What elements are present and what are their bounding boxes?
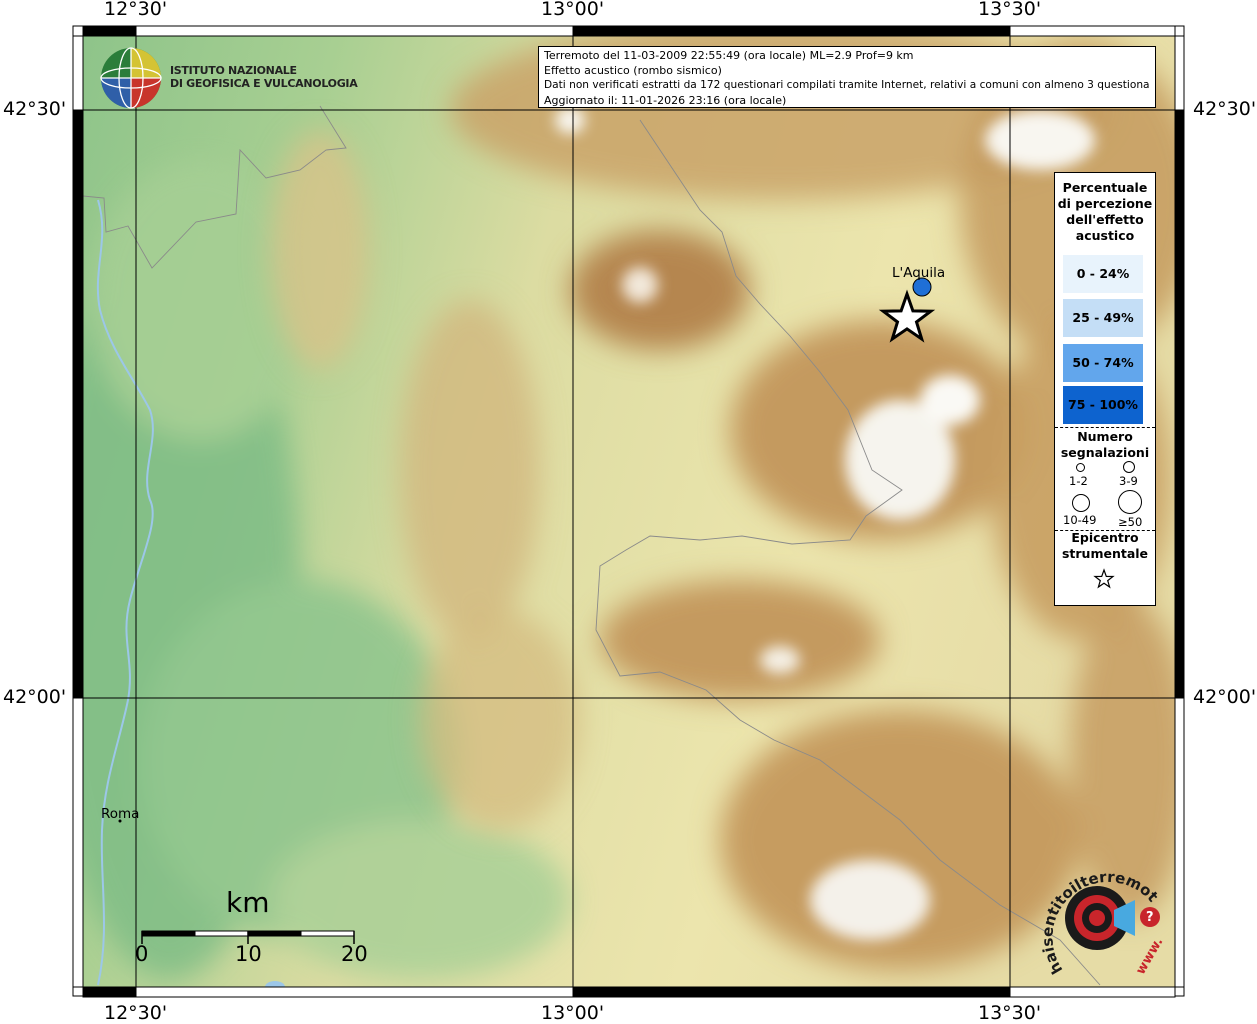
terrain <box>83 36 1175 987</box>
scale-label-20: 20 <box>341 942 368 966</box>
scale-title: km <box>226 886 270 919</box>
event-info-line3: Dati non verificati estratti da 172 ques… <box>544 79 1150 91</box>
scale-label-10: 10 <box>235 942 262 966</box>
hsit-logo-text: haisentitoilterremoto.it www. ? <box>1035 855 1166 977</box>
legend-separator <box>1055 427 1155 428</box>
legend-class-50-74: 50 - 74% <box>1063 344 1143 382</box>
legend-class-25-49: 25 - 49% <box>1063 299 1143 337</box>
ingv-logo-icon <box>100 47 162 109</box>
legend-circle-10-49 <box>1072 494 1090 512</box>
legend-count-title-line1: Numero <box>1077 429 1133 444</box>
lon-label-bottom-1330: 13°30' <box>978 1002 1042 1024</box>
lat-label-left-4230: 42°30' <box>3 98 67 120</box>
event-info-line2: Effetto acustico (rombo sismico) <box>544 64 722 77</box>
lon-label-top-1300: 13°00' <box>541 0 605 20</box>
legend-count-3-9: 3-9 <box>1119 474 1138 488</box>
legend-star-icon <box>1093 568 1115 589</box>
ingv-name: ISTITUTO NAZIONALE DI GEOFISICA E VULCAN… <box>170 64 358 90</box>
event-info-line1: Terremoto del 11-03-2009 22:55:49 (ora l… <box>544 49 914 62</box>
lon-label-top-1330: 13°30' <box>978 0 1042 20</box>
place-label-laquila: L'Aquila <box>892 265 946 281</box>
legend-count-1-2: 1-2 <box>1069 474 1088 488</box>
legend-panel: Percentuale di percezione dell'effetto a… <box>1054 172 1156 606</box>
legend-epicenter-title-line1: Epicentro <box>1071 530 1139 545</box>
event-info-line4: Aggiornato il: 11-01-2026 23:16 (ora loc… <box>544 94 787 107</box>
legend-epicenter-title-line2: strumentale <box>1061 546 1149 561</box>
legend-title-line4: acustico <box>1075 228 1135 243</box>
legend-title-line1: Percentuale <box>1062 180 1148 195</box>
legend-class-0-24: 0 - 24% <box>1063 255 1143 293</box>
lon-label-bottom-1230: 12°30' <box>104 1002 168 1024</box>
legend-count-title-line2: segnalazioni <box>1060 445 1150 460</box>
legend-circle-1-2 <box>1076 463 1085 472</box>
legend-title-line2: di percezione <box>1057 196 1153 211</box>
legend-circle-3-9 <box>1123 461 1135 473</box>
ingv-name-line1: ISTITUTO NAZIONALE <box>170 64 297 77</box>
ingv-name-line2: DI GEOFISICA E VULCANOLOGIA <box>170 77 358 90</box>
lat-label-right-4230: 42°30' <box>1193 98 1257 120</box>
legend-class-75-100: 75 - 100% <box>1063 386 1143 424</box>
lat-label-right-4200: 42°00' <box>1193 686 1257 708</box>
legend-count-50: ≥50 <box>1118 515 1143 529</box>
lon-label-top-1230: 12°30' <box>104 0 168 20</box>
hsit-question: ? <box>1146 910 1154 925</box>
place-label-roma: Roma <box>101 806 140 822</box>
lat-label-left-4200: 42°00' <box>3 686 67 708</box>
hsit-www: www. <box>1133 935 1166 977</box>
legend-count-10-49: 10-49 <box>1063 513 1097 527</box>
legend-title-line3: dell'effetto <box>1066 212 1144 227</box>
legend-circle-50 <box>1118 490 1142 514</box>
scale-label-0: 0 <box>135 942 149 966</box>
event-info-box: Terremoto del 11-03-2009 22:55:49 (ora l… <box>538 46 1156 108</box>
lon-label-bottom-1300: 13°00' <box>541 1002 605 1024</box>
